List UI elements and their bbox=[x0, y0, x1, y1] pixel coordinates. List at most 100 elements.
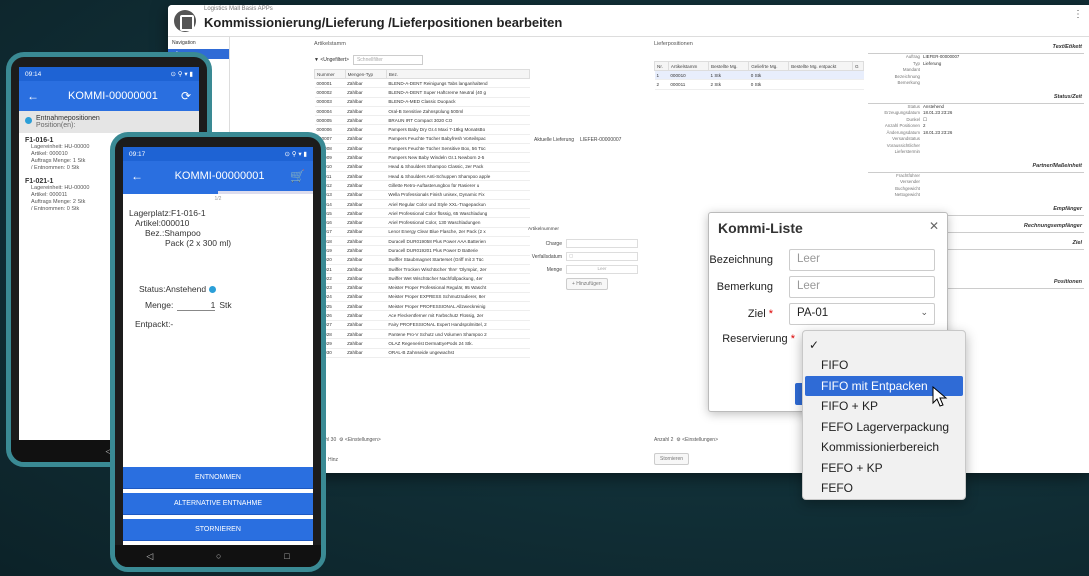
field-value: 18.01.23 23:26 bbox=[923, 129, 953, 135]
table-row[interactable]: 000025ZählbarMeister Proper PROFESSIONAL… bbox=[314, 301, 530, 312]
menge-input[interactable]: Leer bbox=[566, 265, 638, 274]
table-row[interactable]: 000028ZählbarPantene Pro-V Schutz und Vo… bbox=[314, 329, 530, 340]
table-cell bbox=[852, 79, 864, 90]
table-cell: Zählbar bbox=[345, 152, 387, 163]
alternative-entnahme-button[interactable]: ALTERNATIVE ENTNAHME bbox=[123, 493, 313, 515]
table-row[interactable]: 000018ZählbarDuracell DUR019058 Plus Pow… bbox=[314, 236, 530, 247]
section-partner: Partner/Maßeinheit bbox=[868, 160, 1084, 173]
table-row[interactable]: 000020ZählbarSwiffer Staubmagnet Starter… bbox=[314, 255, 530, 265]
table-cell: Zählbar bbox=[345, 320, 387, 331]
dropdown-option[interactable]: FIFO bbox=[803, 355, 965, 376]
table-cell: Head & Shoulders Anti-Schuppen Shampoo a… bbox=[386, 171, 530, 182]
dropdown-option[interactable]: FEFO + KP bbox=[803, 458, 965, 479]
column-header[interactable]: Nr. bbox=[654, 61, 669, 71]
ziel-select[interactable]: PA-01 ⌄ bbox=[789, 303, 935, 325]
table-cell: Fairy PROFESSIONAL Expert Handspülmittel… bbox=[386, 320, 530, 331]
table-row[interactable]: 000019ZählbarDuracell DUR019201 Plus Pow… bbox=[314, 245, 530, 256]
back-arrow-icon[interactable]: ← bbox=[131, 169, 149, 183]
column-header[interactable]: Bestellte Mg. entpackt bbox=[788, 61, 854, 71]
table-row[interactable]: 000027ZählbarFairy PROFESSIONAL Expert H… bbox=[314, 320, 530, 331]
column-header[interactable]: Artikelstamm bbox=[667, 61, 710, 71]
liefer-count: Anzahl 2 ⚙ <Einstellungen> bbox=[654, 437, 718, 443]
table-row[interactable]: 000012ZählbarGillette Retro-Auftasterung… bbox=[314, 180, 530, 191]
table-row[interactable]: 000007 Zählbar Pampers Feuchte Tücher Baby… bbox=[314, 134, 530, 145]
table-row[interactable]: 000022ZählbarSwiffer Wet Wischtücher Nac… bbox=[314, 273, 530, 284]
table-row[interactable]: 000017ZählbarLenor Energy Clear Blue Fla… bbox=[314, 227, 530, 238]
table-row[interactable]: 000008ZählbarPampers Feuchte Tücher Sens… bbox=[314, 143, 530, 154]
back-arrow-icon[interactable]: ← bbox=[27, 89, 45, 103]
table-row[interactable]: 000011ZählbarHead & Shoulders Anti-Schup… bbox=[314, 171, 530, 182]
dropdown-option[interactable]: FEFO bbox=[803, 478, 965, 499]
table-cell: ORAL-B Zahnseide ungewachst bbox=[386, 348, 530, 358]
filter-button[interactable]: ▼ <Ungefiltert> bbox=[314, 57, 349, 63]
progress-bar bbox=[123, 191, 313, 194]
bezeichnung-input[interactable]: Leer bbox=[789, 249, 935, 271]
app-name: Logistics Mall Basis APPs bbox=[204, 6, 273, 12]
kebab-icon[interactable]: ⋮ bbox=[1073, 9, 1083, 20]
table-row[interactable]: 000030ZählbarORAL-B Zahnseide ungewachst bbox=[314, 348, 530, 358]
table-row[interactable]: 000024ZählbarMeister Proper EXPRESS Schm… bbox=[314, 292, 530, 303]
table-row[interactable]: 000002 Zählbar BLEND-A-DENT Super Haftcrem… bbox=[314, 87, 530, 98]
table-cell: Zählbar bbox=[345, 208, 387, 219]
add-button[interactable]: Hinz bbox=[328, 457, 338, 463]
column-header[interactable]: Geliefrte Mg. bbox=[748, 61, 790, 71]
home-nav-icon[interactable]: ○ bbox=[216, 551, 221, 561]
table-row[interactable]: 000013ZählbarWella Professionals Finish … bbox=[314, 190, 530, 200]
stornieren-button[interactable]: STORNIEREN bbox=[123, 519, 313, 541]
recents-nav-icon[interactable]: □ bbox=[284, 551, 289, 561]
back-nav-icon[interactable]: ◁ bbox=[146, 551, 153, 562]
cart-add-icon[interactable]: 🛒 bbox=[290, 169, 305, 183]
hinzufuegen-button[interactable]: + Hinzufügen bbox=[566, 278, 608, 290]
sync-icon[interactable]: ⟳ bbox=[181, 89, 191, 103]
column-header[interactable]: Bez. bbox=[385, 69, 531, 79]
table-row[interactable]: 000023ZählbarMeister Proper Professional… bbox=[314, 283, 530, 293]
table-row[interactable]: 000001 Zählbar BLEND-A-DENT Reinigungs Tab… bbox=[314, 78, 530, 89]
bemerkung-input[interactable]: Leer bbox=[789, 276, 935, 298]
table-cell: Ace Fleckentferner mit Farbschutz Flüssi… bbox=[386, 310, 530, 321]
table-cell: Pampers Feuchte Tücher Sensitive Box, 56… bbox=[386, 143, 530, 154]
column-header[interactable]: G bbox=[852, 61, 864, 71]
table-row[interactable]: 000003 Zählbar BLEND-A-MED Classic Duopack bbox=[314, 97, 530, 107]
table-row[interactable]: 1 000010 1 Stk 0 Stk bbox=[654, 70, 864, 81]
table-cell: Meister Proper EXPRESS Schmutzradierer, … bbox=[386, 292, 530, 303]
entnommen-button[interactable]: ENTNOMMEN bbox=[123, 467, 313, 489]
reservierung-dropdown[interactable]: ✓ FIFO FIFO mit Entpacken FIFO + KP FEFO La… bbox=[802, 330, 966, 500]
column-header[interactable]: Mengen-Typ bbox=[344, 69, 387, 79]
table-cell: Oral-B Sensitive Zahnspülung 500ml bbox=[386, 106, 530, 117]
table-row[interactable]: 000029ZählbarOLAZ Regenerist DermaEyePod… bbox=[314, 338, 530, 349]
position-form: Artikelnummer Charge Verfallsdatum ▢ Meng… bbox=[528, 227, 653, 290]
dropdown-option[interactable]: Kommissionierbereich bbox=[803, 437, 965, 458]
dropdown-option[interactable]: FEFO Lagerverpackung bbox=[803, 417, 965, 438]
table-row[interactable]: 000010ZählbarHead & Shoulders Shampoo Cl… bbox=[314, 162, 530, 172]
verfall-label: Verfallsdatum bbox=[531, 253, 562, 260]
column-header[interactable]: Bestellte Mg. bbox=[708, 61, 750, 71]
table-row[interactable]: 2 000011 2 Stk 0 Stk bbox=[654, 79, 864, 90]
table-row[interactable]: 000005 Zählbar BRAUN IRT Compact 3020 CO bbox=[314, 115, 530, 126]
status-icons: ⊙ ⚲ ▾ ▮ bbox=[170, 71, 193, 78]
table-row[interactable]: 000014ZählbarAriel Regular Color und Sty… bbox=[314, 199, 530, 210]
table-row[interactable]: 000015ZählbarAriel Professional Color fl… bbox=[314, 208, 530, 219]
table-row[interactable]: 000006 Zählbar Pampers Baby Dry Gr.4 Maxi … bbox=[314, 124, 530, 135]
table-cell: Zählbar bbox=[345, 97, 387, 107]
verfall-input[interactable]: ▢ bbox=[566, 252, 638, 261]
gear-icon[interactable]: ⚙ bbox=[339, 437, 343, 443]
table-row[interactable]: 000016ZählbarAriel Professional Color, 1… bbox=[314, 217, 530, 228]
table-row[interactable]: 000026ZählbarAce Fleckentferner mit Farb… bbox=[314, 310, 530, 321]
table-row[interactable]: 000004 Zählbar Oral-B Sensitive Zahnspülun… bbox=[314, 106, 530, 117]
menge-input[interactable]: 1 bbox=[177, 300, 216, 311]
quickfilter-input[interactable]: Schnellfilter bbox=[352, 55, 423, 65]
close-icon[interactable]: ✕ bbox=[929, 219, 939, 233]
status-dot-icon bbox=[25, 117, 32, 124]
table-cell: Gillette Retro-Auftasterungbox für Rasie… bbox=[386, 180, 530, 191]
table-row[interactable]: 000021ZählbarSwiffer Trocken Wischtücher… bbox=[314, 264, 530, 275]
artikel-settings-link[interactable]: <Einstellungen> bbox=[345, 437, 381, 443]
column-header[interactable]: Nummer bbox=[314, 69, 346, 79]
table-row[interactable]: 000009ZählbarPampers New Baby Windeln Gr… bbox=[314, 152, 530, 163]
stornieren-button[interactable]: Stornieren bbox=[654, 453, 690, 465]
table-cell: Zählbar bbox=[345, 199, 387, 210]
table-cell: Zählbar bbox=[345, 78, 387, 89]
liefer-settings-link[interactable]: <Einstellungen> bbox=[682, 437, 718, 443]
charge-input[interactable] bbox=[566, 239, 638, 248]
gear-icon[interactable]: ⚙ bbox=[676, 437, 680, 443]
status-icons: ⊙ ⚲ ▾ ▮ bbox=[284, 151, 307, 158]
